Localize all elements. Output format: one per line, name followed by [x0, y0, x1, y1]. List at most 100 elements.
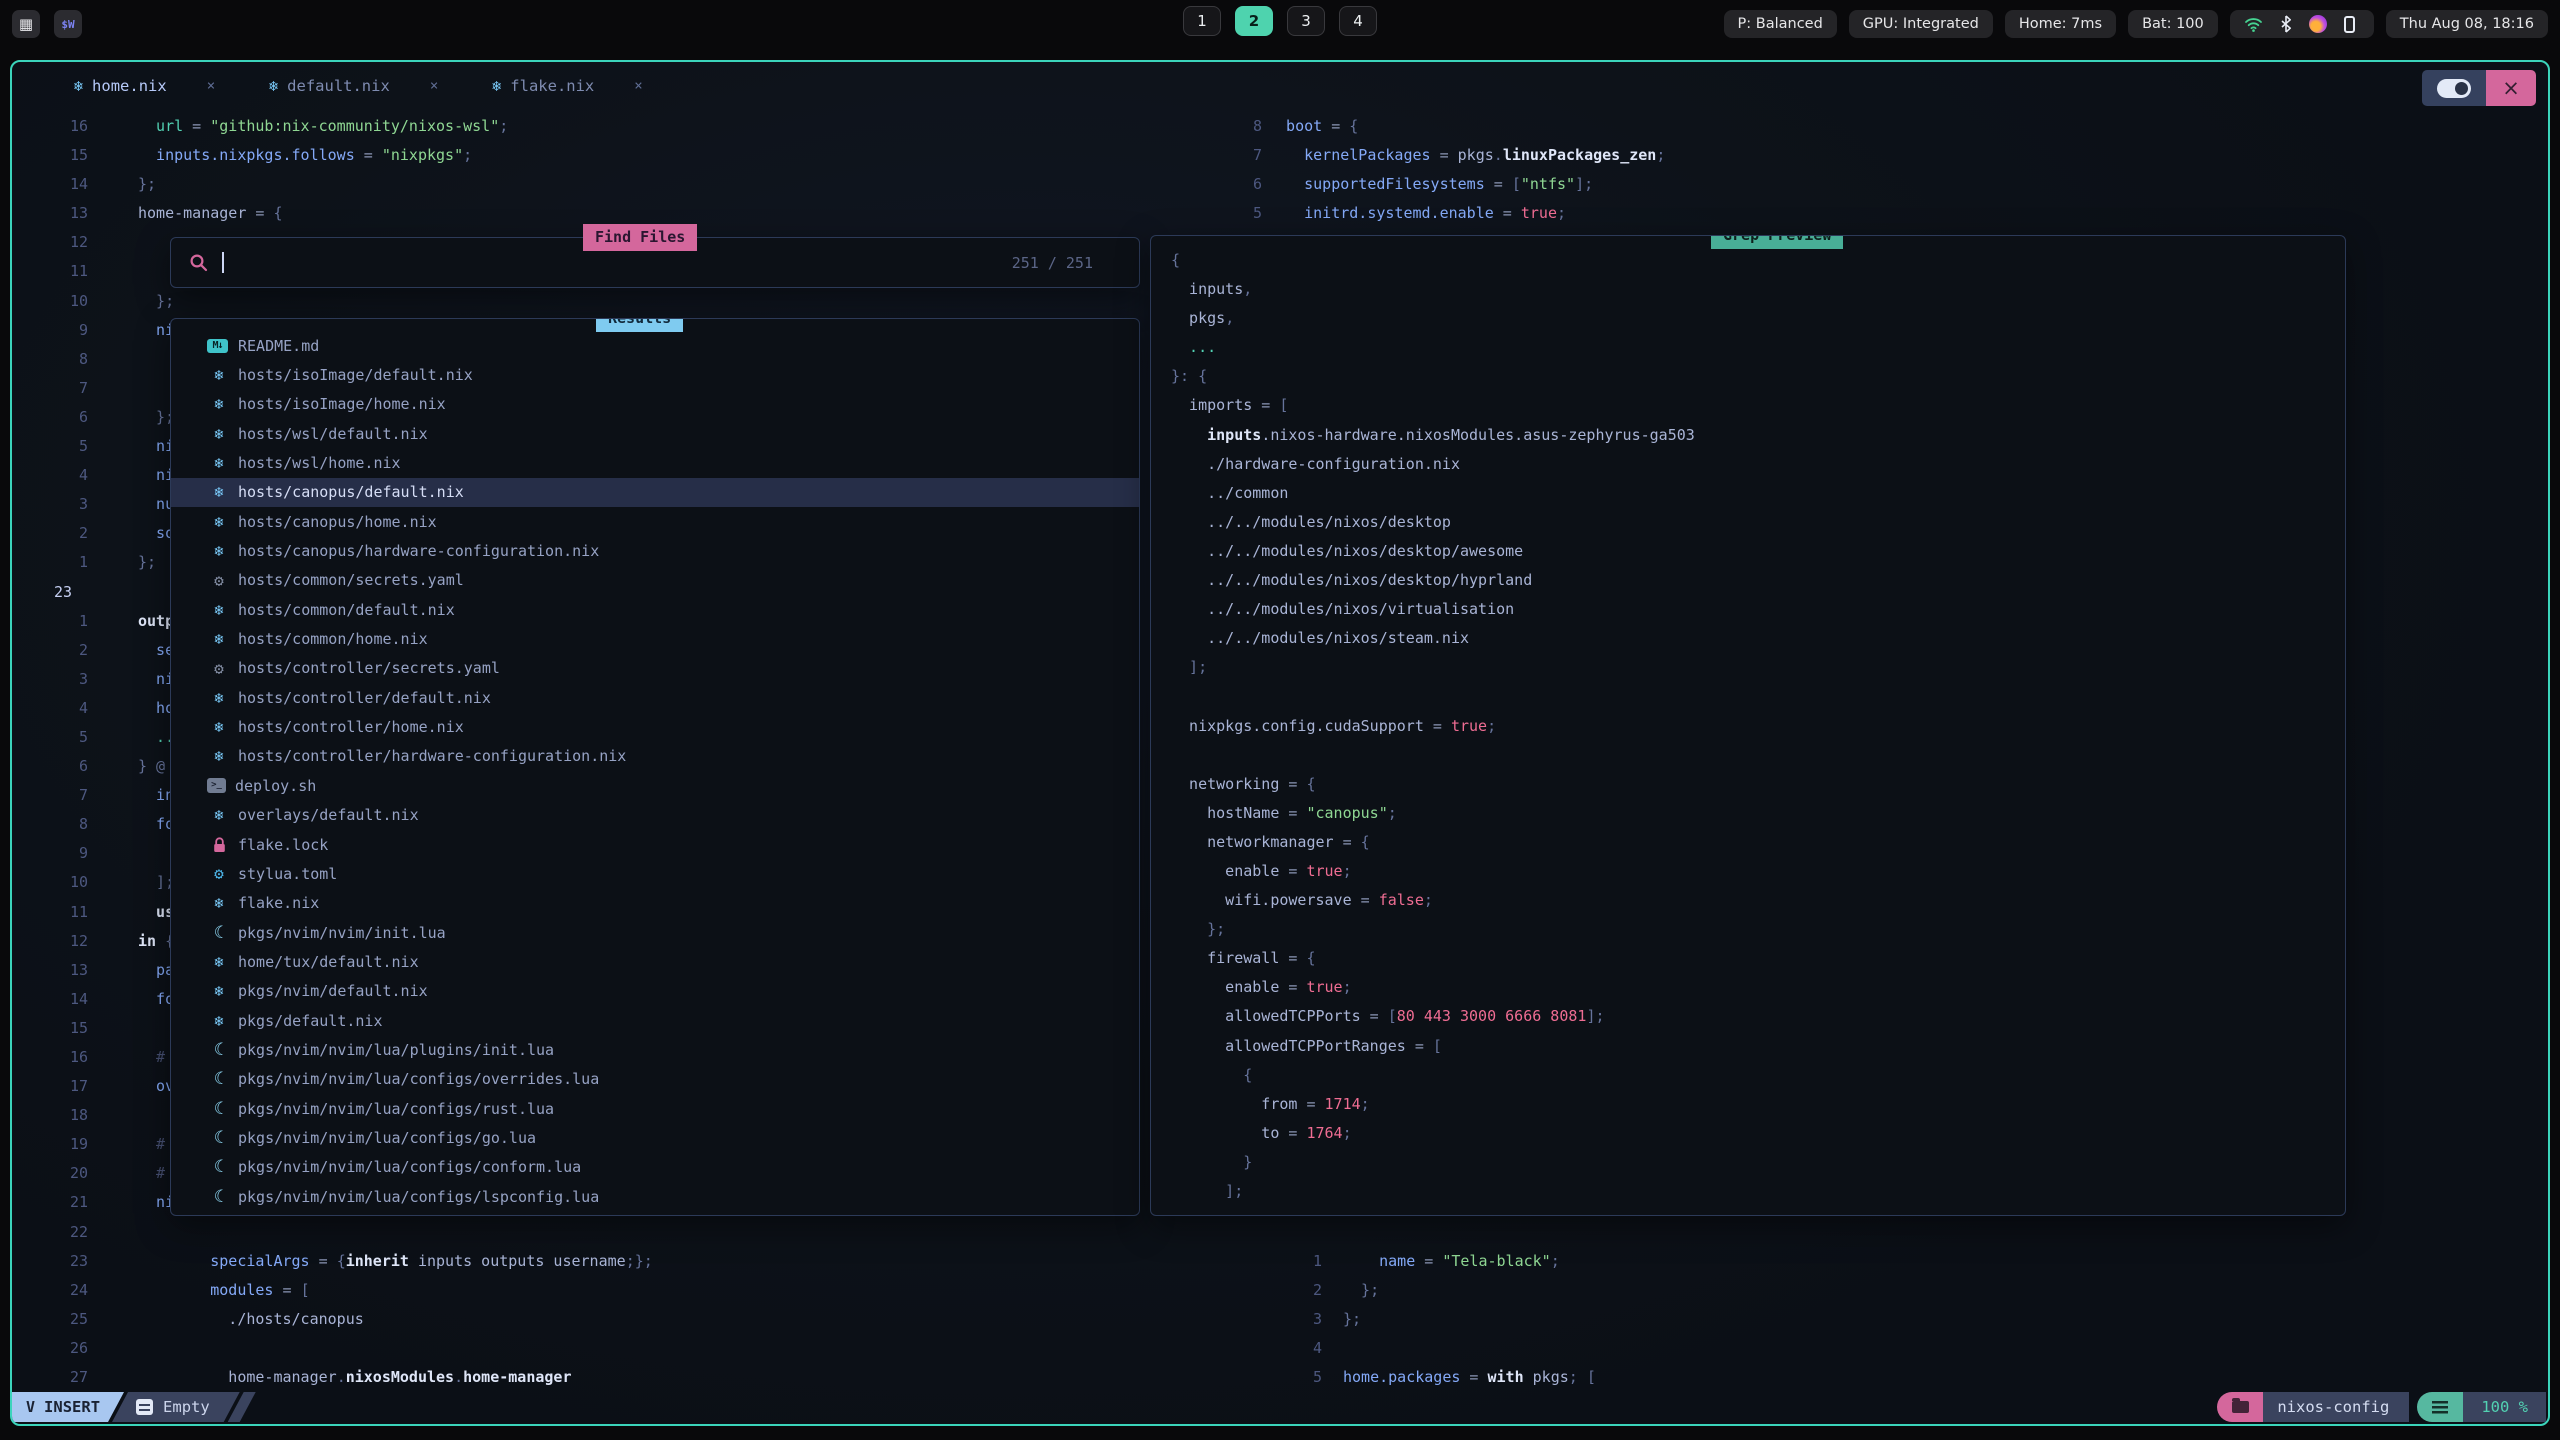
code-line[interactable]: ../common	[1171, 479, 2345, 508]
result-item[interactable]: ❄hosts/isoImage/default.nix	[171, 360, 1139, 389]
code-line[interactable]: wifi.powersave = false;	[1171, 886, 2345, 915]
code-line[interactable]: ../../modules/nixos/steam.nix	[1171, 624, 2345, 653]
code-line[interactable]: {	[1171, 246, 2345, 275]
code-line[interactable]: 5home.packages = with pkgs; [	[1150, 1363, 1596, 1392]
tab-close-icon[interactable]: ×	[634, 78, 642, 94]
result-item[interactable]: M↓README.md	[171, 331, 1139, 360]
code-line[interactable]: ../../modules/nixos/desktop/hyprland	[1171, 566, 2345, 595]
workspace-1[interactable]: 1	[1183, 6, 1221, 36]
code-line[interactable]: imports = [	[1171, 391, 2345, 420]
code-line[interactable]: }: {	[1171, 362, 2345, 391]
workspace-4[interactable]: 4	[1339, 6, 1377, 36]
result-item[interactable]: ❄hosts/canopus/hardware-configuration.ni…	[171, 536, 1139, 565]
tab-flake.nix[interactable]: ❄flake.nix×	[492, 77, 642, 95]
code-line[interactable]: 25 ./hosts/canopus	[14, 1305, 653, 1334]
code-line[interactable]: ...	[1171, 333, 2345, 362]
result-item[interactable]: >_deploy.sh	[171, 771, 1139, 800]
code-line[interactable]: firewall = {	[1171, 944, 2345, 973]
result-item[interactable]: ☾pkgs/nvim/nvim/lua/configs/go.lua	[171, 1123, 1139, 1152]
code-line[interactable]: networkmanager = {	[1171, 828, 2345, 857]
code-line[interactable]: 7 kernelPackages = pkgs.linuxPackages_ze…	[1150, 141, 1665, 170]
code-line[interactable]: allowedTCPPorts = [80 443 3000 6666 8081…	[1171, 1002, 2345, 1031]
code-line[interactable]: 1 name = "Tela-black";	[1150, 1247, 1596, 1276]
code-line[interactable]: allowedTCPPortRanges = [	[1171, 1032, 2345, 1061]
code-line[interactable]: inputs,	[1171, 275, 2345, 304]
result-item[interactable]: ❄hosts/canopus/default.nix	[171, 478, 1139, 507]
result-item[interactable]: ❄hosts/wsl/home.nix	[171, 448, 1139, 477]
code-line[interactable]: inputs.nixos-hardware.nixosModules.asus-…	[1171, 421, 2345, 450]
window-toggle-button[interactable]	[2422, 70, 2486, 106]
code-line[interactable]	[1171, 741, 2345, 770]
code-line[interactable]: to = 1764;	[1171, 1119, 2345, 1148]
bluetooth-icon[interactable]	[2276, 14, 2296, 34]
tab-close-icon[interactable]: ×	[207, 78, 215, 94]
code-line[interactable]: 26	[14, 1334, 653, 1363]
code-line[interactable]: hostName = "canopus";	[1171, 799, 2345, 828]
code-line[interactable]: 8 boot = {	[1150, 112, 1665, 141]
code-line[interactable]: 27 home-manager.nixosModules.home-manage…	[14, 1363, 653, 1392]
result-item[interactable]: ❄hosts/controller/home.nix	[171, 712, 1139, 741]
code-line[interactable]: 4	[1150, 1334, 1596, 1363]
result-item[interactable]: ❄pkgs/default.nix	[171, 1006, 1139, 1035]
code-line[interactable]: enable = true;	[1171, 973, 2345, 1002]
tab-close-icon[interactable]: ×	[430, 78, 438, 94]
workspace-2[interactable]: 2	[1235, 6, 1273, 36]
code-line[interactable]: };	[1171, 915, 2345, 944]
code-line[interactable]: pkgs,	[1171, 304, 2345, 333]
phone-icon[interactable]	[2340, 14, 2360, 34]
result-item[interactable]: ❄hosts/canopus/home.nix	[171, 507, 1139, 536]
launcher-button[interactable]: ▦	[12, 10, 40, 38]
result-item[interactable]: ❄hosts/common/default.nix	[171, 595, 1139, 624]
result-item[interactable]: ❄hosts/controller/hardware-configuration…	[171, 742, 1139, 771]
result-item[interactable]: ❄hosts/wsl/default.nix	[171, 419, 1139, 448]
result-item[interactable]: ☾pkgs/nvim/nvim/lua/configs/lspconfig.lu…	[171, 1182, 1139, 1211]
result-item[interactable]: ❄pkgs/nvim/default.nix	[171, 977, 1139, 1006]
code-line[interactable]: 3};	[1150, 1305, 1596, 1334]
code-line[interactable]: ];	[1171, 653, 2345, 682]
result-item[interactable]: ❄hosts/common/home.nix	[171, 624, 1139, 653]
tab-default.nix[interactable]: ❄default.nix×	[269, 77, 438, 95]
code-line[interactable]: networking = {	[1171, 770, 2345, 799]
code-line[interactable]: 10 };	[14, 287, 653, 316]
code-line[interactable]: {	[1171, 1061, 2345, 1090]
code-line[interactable]: ];	[1171, 1177, 2345, 1206]
workspace-3[interactable]: 3	[1287, 6, 1325, 36]
result-item[interactable]: ❄flake.nix	[171, 889, 1139, 918]
code-line[interactable]: ../../modules/nixos/desktop/awesome	[1171, 537, 2345, 566]
code-line[interactable]: }	[1171, 1148, 2345, 1177]
result-item[interactable]: ☾pkgs/nvim/nvim/lua/configs/overrides.lu…	[171, 1065, 1139, 1094]
code-line[interactable]: 15 inputs.nixpkgs.follows = "nixpkgs";	[14, 141, 653, 170]
result-item[interactable]: ❄hosts/controller/default.nix	[171, 683, 1139, 712]
code-line[interactable]: 16 url = "github:nix-community/nixos-wsl…	[14, 112, 653, 141]
result-item[interactable]: ⚙hosts/controller/secrets.yaml	[171, 654, 1139, 683]
result-item[interactable]: ☾pkgs/nvim/nvim/init.lua	[171, 918, 1139, 947]
code-line[interactable]: nixpkgs.config.cudaSupport = true;	[1171, 712, 2345, 741]
code-line[interactable]: from = 1714;	[1171, 1090, 2345, 1119]
code-line[interactable]: ../../modules/nixos/virtualisation	[1171, 595, 2345, 624]
network-icon[interactable]	[2244, 14, 2264, 34]
code-line[interactable]: 24 modules = [	[14, 1276, 653, 1305]
code-line[interactable]: ./hardware-configuration.nix	[1171, 450, 2345, 479]
code-line[interactable]: 14};	[14, 170, 653, 199]
code-line[interactable]: 13home-manager = {	[14, 199, 653, 228]
result-item[interactable]: ❄hosts/isoImage/home.nix	[171, 390, 1139, 419]
code-line[interactable]: 23 specialArgs = {inherit inputs outputs…	[14, 1247, 653, 1276]
vpn-icon[interactable]	[2308, 14, 2328, 34]
code-line[interactable]: 5 initrd.systemd.enable = true;	[1150, 199, 1665, 228]
code-line[interactable]: 22	[14, 1218, 653, 1247]
tab-home.nix[interactable]: ❄home.nix×	[74, 77, 215, 95]
result-item[interactable]: ☾pkgs/nvim/nvim/lua/configs/rust.lua	[171, 1094, 1139, 1123]
code-line[interactable]	[1171, 682, 2345, 711]
result-item[interactable]: ❄overlays/default.nix	[171, 801, 1139, 830]
terminal-app-button[interactable]: $W	[54, 10, 82, 38]
result-item[interactable]: ❄home/tux/default.nix	[171, 947, 1139, 976]
code-line[interactable]: 6 supportedFilesystems = ["ntfs"];	[1150, 170, 1665, 199]
code-line[interactable]: enable = true;	[1171, 857, 2345, 886]
result-item[interactable]: ☾pkgs/nvim/nvim/lua/plugins/init.lua	[171, 1035, 1139, 1064]
window-close-button[interactable]: ×	[2486, 70, 2536, 106]
result-item[interactable]: ⚙hosts/common/secrets.yaml	[171, 566, 1139, 595]
result-item[interactable]: ⚙stylua.toml	[171, 859, 1139, 888]
code-line[interactable]: 2 };	[1150, 1276, 1596, 1305]
code-line[interactable]: ../../modules/nixos/desktop	[1171, 508, 2345, 537]
result-item[interactable]: flake.lock	[171, 830, 1139, 859]
